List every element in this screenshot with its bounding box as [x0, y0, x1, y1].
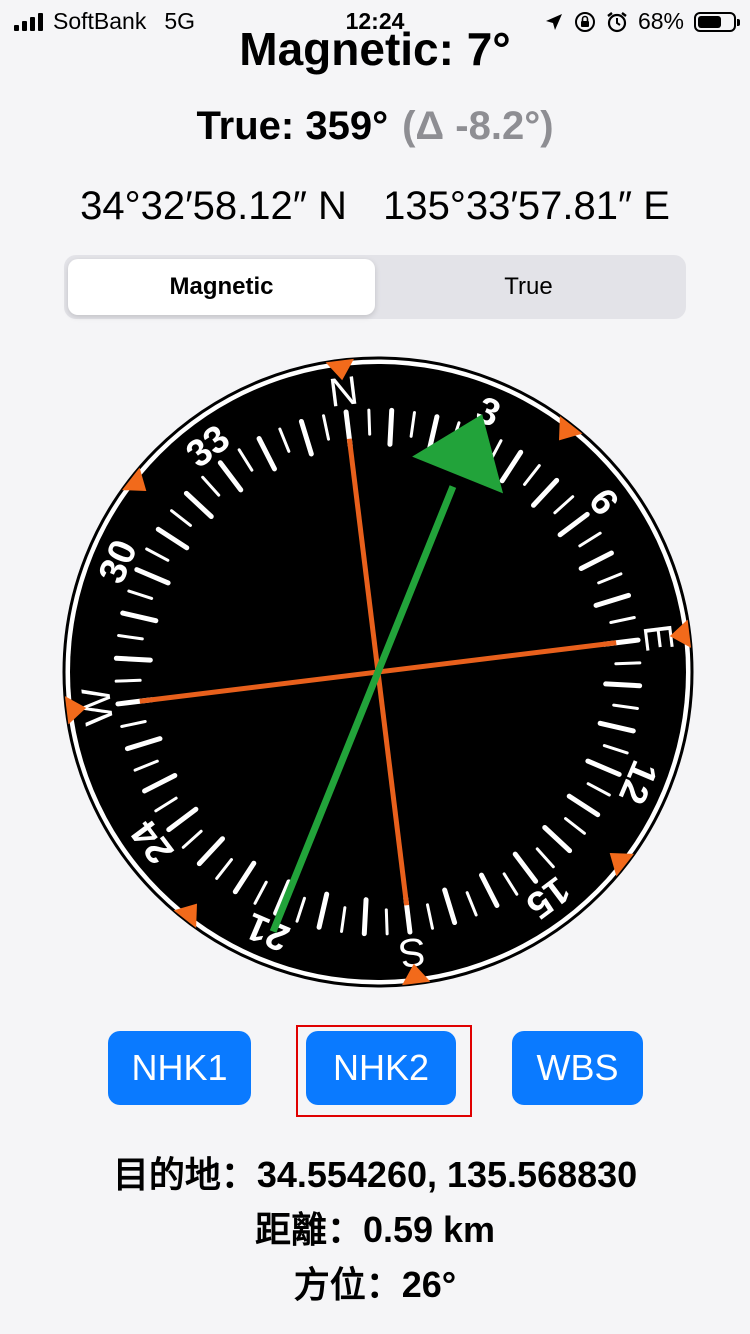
compass-tick [114, 678, 142, 683]
current-coordinates: 34°32′58.12″ N 135°33′57.81″ E [0, 184, 750, 229]
compass-tick [367, 408, 372, 436]
compass-tick [113, 655, 153, 663]
wbs-button[interactable]: WBS [512, 1031, 643, 1105]
nhk1-button[interactable]: NHK1 [108, 1031, 251, 1105]
true-heading: True: 359° (Δ -8.2°) [0, 104, 750, 149]
compass-tick [361, 897, 369, 937]
latitude: 34°32′58.12″ N [80, 184, 347, 228]
compass-tick [387, 407, 395, 447]
segment-true[interactable]: True [375, 259, 682, 315]
compass-tick [384, 908, 389, 936]
bearing-label: 方位：26° [293, 1264, 457, 1305]
compass-tick [603, 681, 643, 689]
segment-magnetic[interactable]: Magnetic [68, 259, 375, 315]
compass-dial: NESW36121521243033 [62, 356, 694, 988]
magnetic-heading: Magnetic: 7° [239, 23, 511, 75]
destination-label: 目的地：34.554260, 135.568830 [112, 1154, 638, 1195]
distance-label: 距離：0.59 km [254, 1209, 496, 1250]
true-heading-value: True: 359° [196, 104, 389, 148]
mode-segmented-control: Magnetic True [64, 255, 686, 319]
nhk2-highlight-box [296, 1025, 472, 1117]
declination-delta: (Δ -8.2°) [402, 104, 554, 148]
longitude: 135°33′57.81″ E [383, 184, 670, 228]
compass-tick [614, 661, 642, 666]
